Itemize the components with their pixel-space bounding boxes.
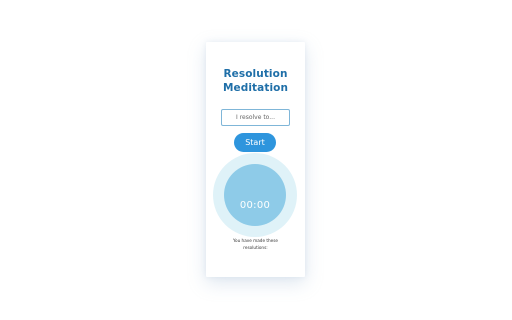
page: Resolution Meditation Start 00:00 You ha… [0,0,512,320]
timer-display: 00:00 [239,200,271,211]
app-title: Resolution Meditation [206,67,305,95]
resolutions-caption: You have made these resolutions: [233,238,278,250]
app-title-line2: Meditation [222,82,289,94]
timer-circle: 00:00 [224,164,286,226]
start-button[interactable]: Start [234,133,276,152]
app-title-line1: Resolution [223,68,288,80]
timer-outer-ring: 00:00 [213,153,297,237]
meditation-card: Resolution Meditation Start 00:00 You ha… [206,42,305,277]
resolution-input[interactable] [221,109,290,126]
